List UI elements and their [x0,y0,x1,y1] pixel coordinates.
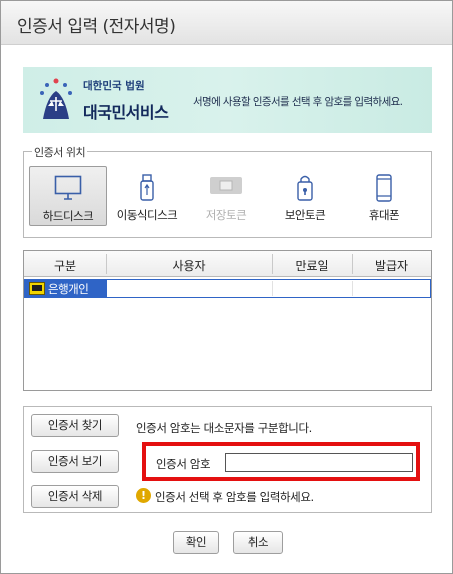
row-cells [106,279,431,298]
certificate-dialog: 인증서 입력 (전자서명) 대한민국 법원 대국민서비스 서명에 사용할 인증서… [0,0,453,574]
view-certificate-button[interactable]: 인증서 보기 [31,450,119,473]
cell-divider [272,281,273,296]
phone-icon [376,174,392,202]
lock-token-icon [297,175,313,201]
usb-icon [140,174,154,201]
location-label: 하드디스크 [42,209,94,223]
location-label: 저장토큰 [205,208,247,222]
cert-location-legend: 인증서 위치 [32,144,88,160]
password-label: 인증서 암호 [156,457,211,471]
title-bar: 인증서 입력 (전자서명) [1,1,452,45]
banner-notice: 서명에 사용할 인증서를 선택 후 암호를 입력하세요. [193,96,403,108]
location-mobile-phone[interactable]: 휴대폰 [345,166,423,226]
location-label: 이동식디스크 [116,208,178,222]
cert-location-group: 인증서 위치 하드디스크 이동식디스크 저장토큰 보안토큰 휴대폰 [23,144,432,238]
list-header: 구분 사용자 만료일 발급자 [24,251,431,277]
case-sensitive-note: 인증서 암호는 대소문자를 구분합니다. [136,421,312,435]
column-header-type[interactable]: 구분 [24,257,106,274]
table-row[interactable]: 은행개인 [24,279,431,298]
certificate-icon [29,282,45,295]
column-header-expiry[interactable]: 만료일 [272,257,352,274]
window-title: 인증서 입력 (전자서명) [17,17,176,37]
warning-message: 인증서 선택 후 암호를 입력하세요. [155,490,314,504]
certificate-list[interactable]: 구분 사용자 만료일 발급자 은행개인 [23,250,432,391]
location-hard-disk[interactable]: 하드디스크 [29,166,107,226]
monitor-icon [54,175,82,200]
location-storage-token: 저장토큰 [187,166,265,226]
column-header-issuer[interactable]: 발급자 [352,257,431,274]
cell-divider [352,281,353,296]
location-label: 보안토큰 [284,208,326,222]
logo-title: 대국민서비스 [83,103,169,122]
column-header-user[interactable]: 사용자 [106,257,272,274]
location-security-token[interactable]: 보안토큰 [266,166,344,226]
cell-type: 은행개인 [24,279,106,298]
find-certificate-button[interactable]: 인증서 찾기 [31,414,119,437]
cancel-button[interactable]: 취소 [233,531,283,554]
password-highlight-box: 인증서 암호 [142,442,420,481]
delete-certificate-button[interactable]: 인증서 삭제 [31,485,119,508]
ok-button[interactable]: 확인 [173,531,219,554]
logo-subtitle: 대한민국 법원 [83,80,145,92]
location-removable-disk[interactable]: 이동식디스크 [108,166,186,226]
location-label: 휴대폰 [368,208,400,222]
court-logo-icon [40,78,72,119]
smartcard-icon [210,177,242,194]
cell-type-label: 은행개인 [48,282,89,296]
password-input[interactable] [225,453,413,472]
password-panel: 인증서 찾기 인증서 암호는 대소문자를 구분합니다. 인증서 보기 인증서 암… [23,406,432,513]
warning-icon: ! [136,488,151,503]
court-banner: 대한민국 법원 대국민서비스 서명에 사용할 인증서를 선택 후 암호를 입력하… [23,67,432,133]
